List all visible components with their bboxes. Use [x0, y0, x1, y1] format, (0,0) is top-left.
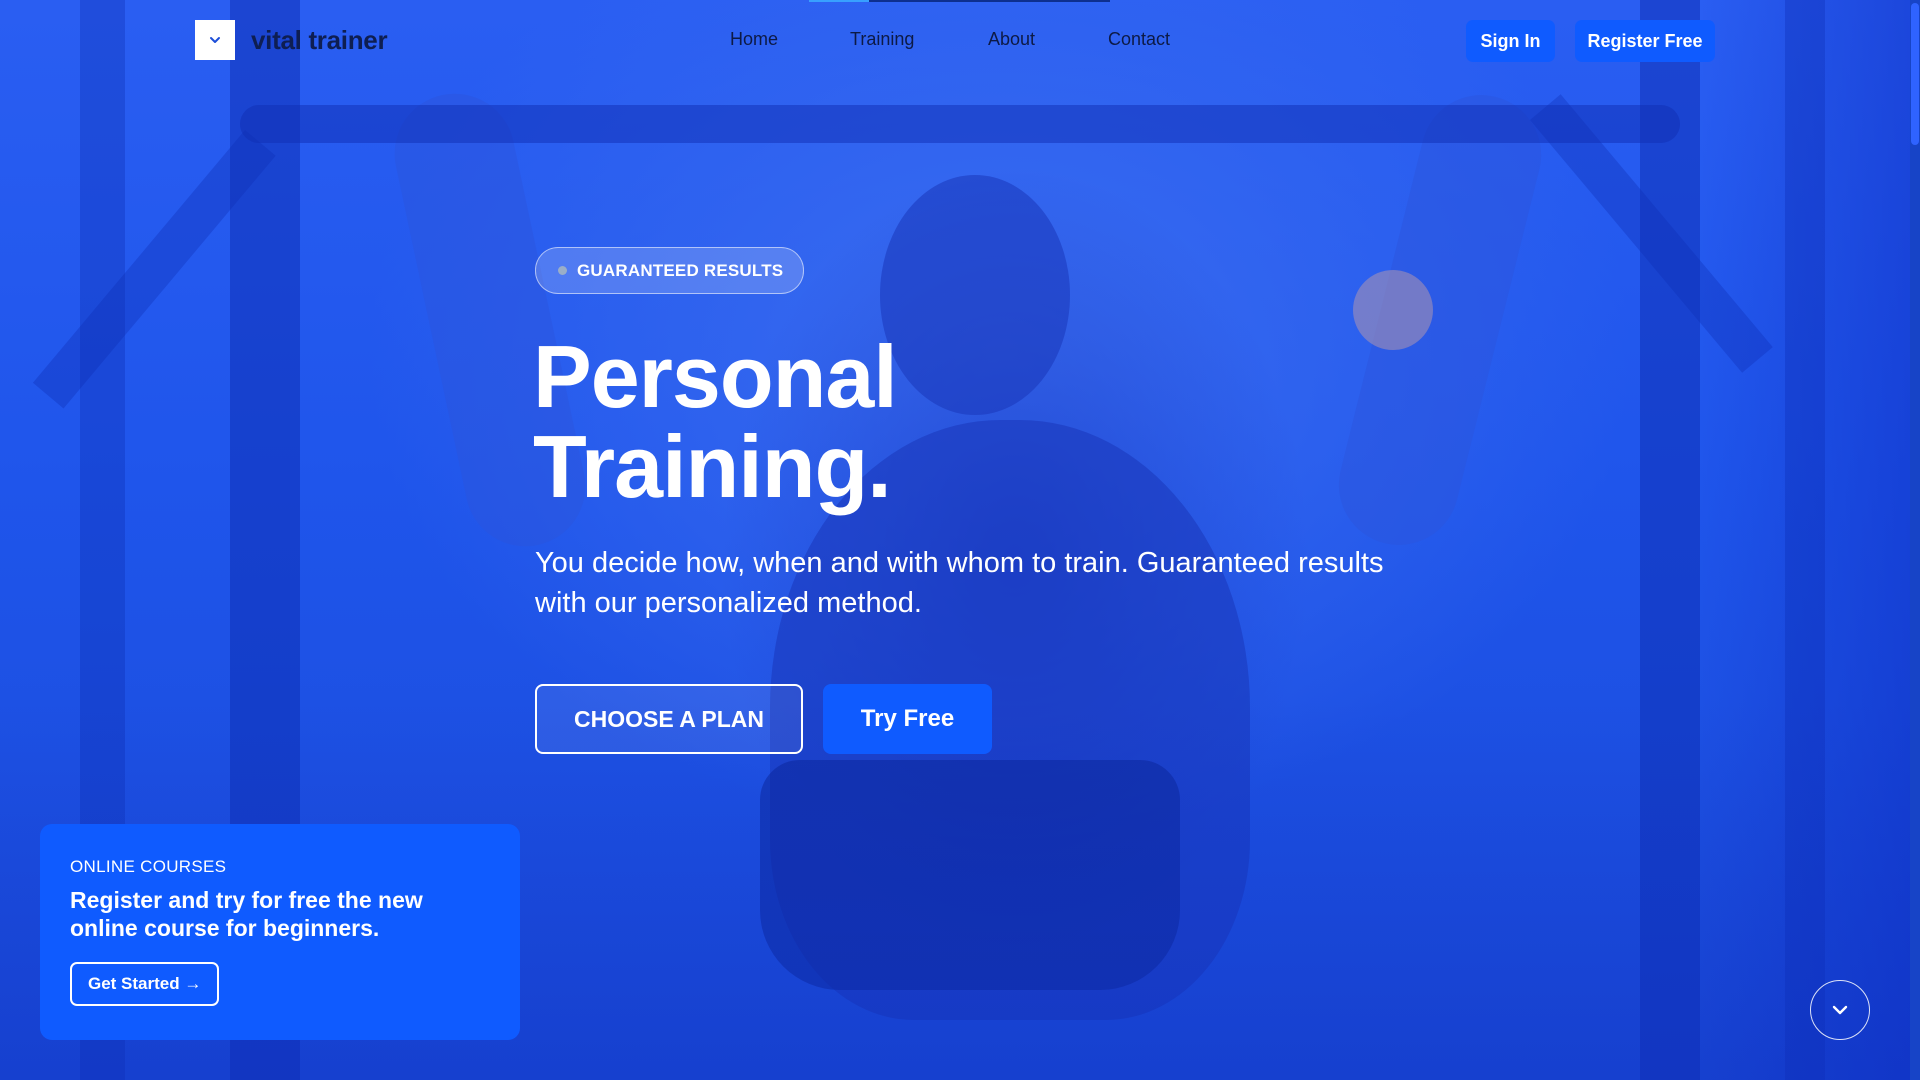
hero-subtitle: You decide how, when and with whom to tr…: [535, 547, 1384, 619]
scrollbar-thumb[interactable]: [1911, 3, 1919, 145]
page-scrollbar[interactable]: [1910, 0, 1920, 1080]
chevron-down-icon: [195, 20, 235, 60]
nav-item-contact[interactable]: Contact: [1108, 29, 1170, 50]
hero-title: Personal Training.: [533, 327, 898, 516]
background-shade: [1700, 0, 1920, 1080]
try-free-button[interactable]: Try Free: [823, 684, 992, 754]
online-courses-card: ONLINE COURSES Register and try for free…: [40, 824, 520, 1040]
scroll-down-button[interactable]: [1810, 980, 1870, 1040]
promo-text: Register and try for free the new online…: [70, 887, 423, 941]
badge-label: GUARANTEED RESULTS: [577, 260, 784, 280]
top-progress-fill: [809, 0, 869, 2]
hero-title-line-2: Training.: [533, 417, 892, 516]
guaranteed-results-badge: GUARANTEED RESULTS: [535, 247, 805, 294]
chevron-down-icon: [1832, 1005, 1848, 1015]
badge-dot-icon: [558, 266, 567, 275]
nav-item-training[interactable]: Training: [850, 29, 914, 50]
pull-up-bar: [240, 105, 1680, 143]
brand-logo[interactable]: vital trainer: [195, 20, 388, 60]
brand-name: vital trainer: [251, 24, 388, 55]
top-progress-bar: [809, 0, 1110, 2]
choose-plan-button[interactable]: CHOOSE A PLAN: [535, 684, 803, 754]
nav-item-about[interactable]: About: [988, 29, 1035, 50]
hero-title-line-1: Personal: [533, 327, 898, 426]
get-started-button[interactable]: Get Started →: [70, 962, 220, 1006]
athlete-head: [880, 175, 1070, 415]
decorative-circle: [1353, 270, 1433, 350]
register-free-button[interactable]: Register Free: [1575, 20, 1715, 62]
sign-in-button[interactable]: Sign In: [1466, 20, 1555, 62]
nav-item-home[interactable]: Home: [730, 29, 778, 50]
promo-eyebrow: ONLINE COURSES: [70, 857, 227, 876]
